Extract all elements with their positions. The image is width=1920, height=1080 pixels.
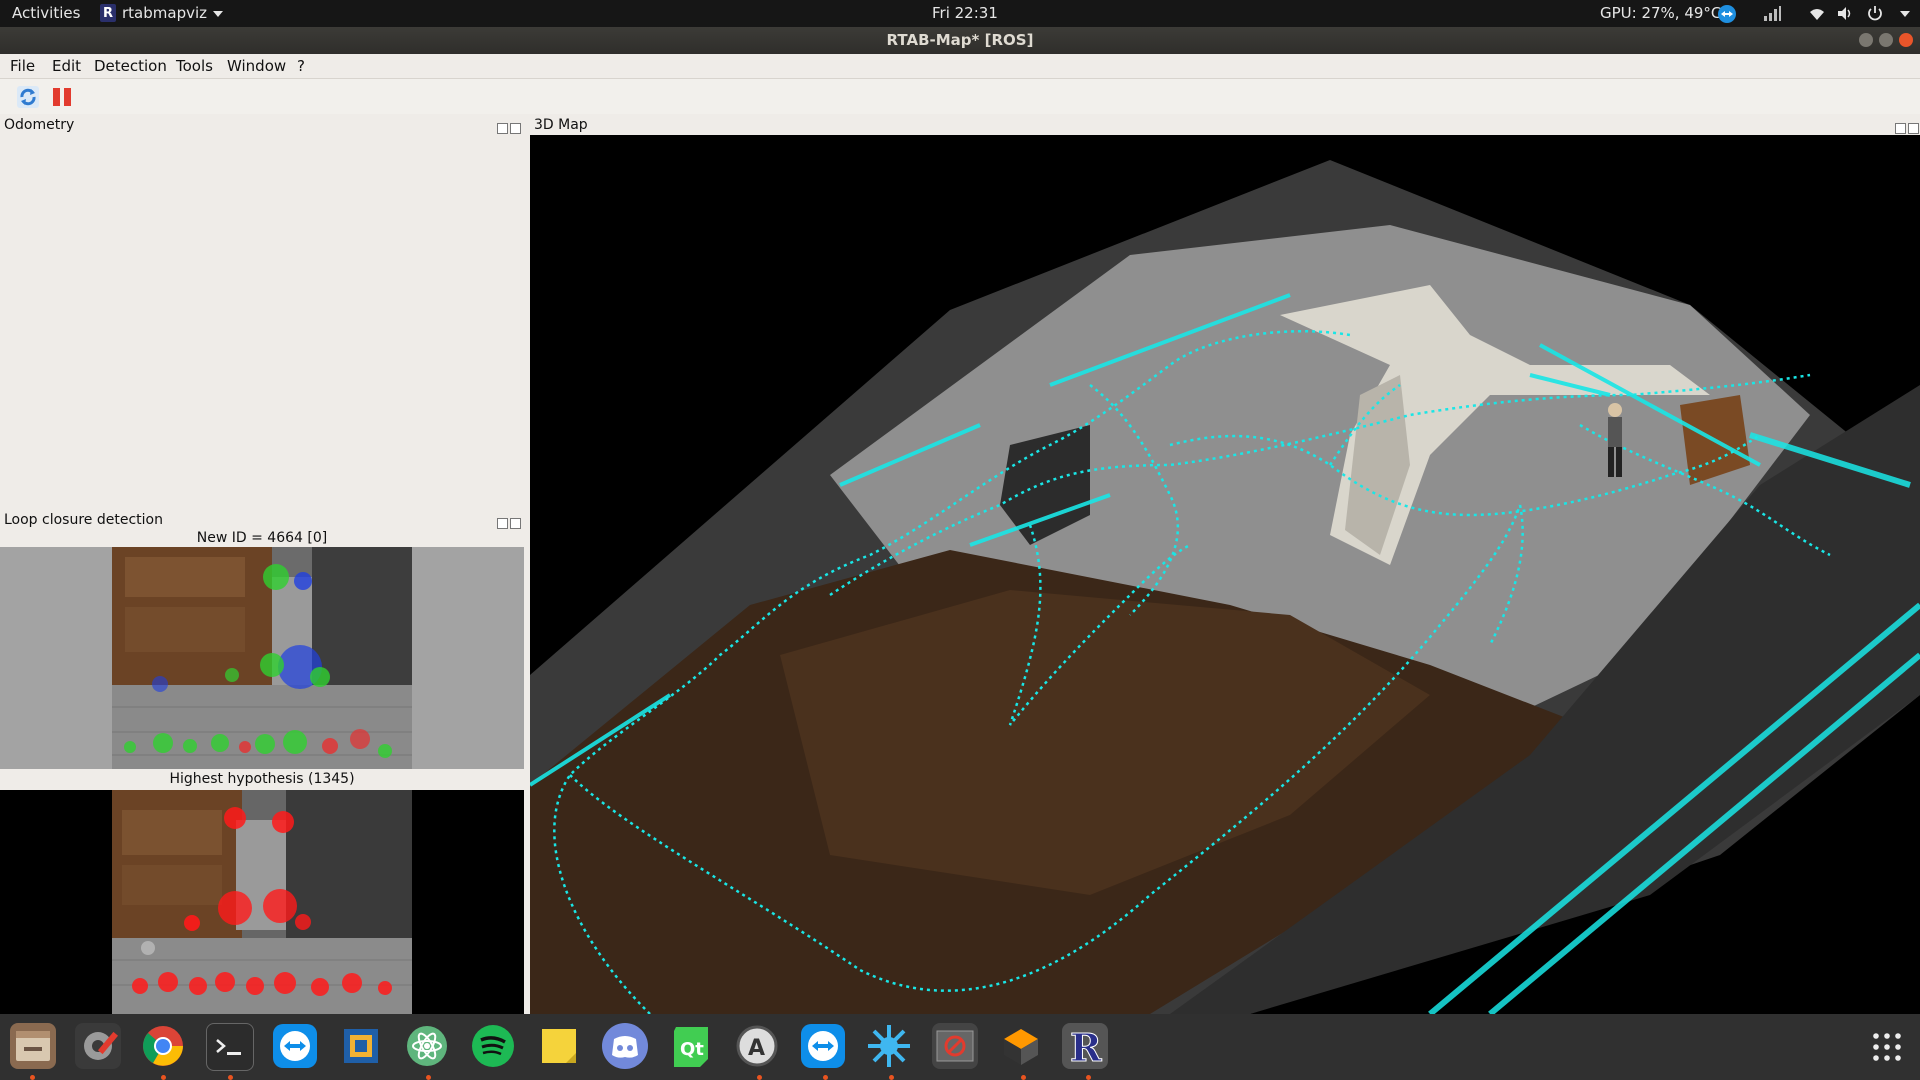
map3d-view[interactable] (530, 135, 1920, 1014)
menu-file[interactable]: File (10, 57, 35, 75)
terminal-icon[interactable] (206, 1023, 254, 1071)
window-title: RTAB-Map* [ROS] (886, 31, 1034, 49)
window-title-bar: RTAB-Map* [ROS] (0, 27, 1920, 54)
running-indicator (228, 1075, 233, 1080)
left-pane: Odometry Loop closure detection New ID =… (0, 114, 530, 1014)
sublime-icon[interactable] (998, 1023, 1044, 1069)
menu-help[interactable]: ? (297, 57, 305, 75)
map3d-dock-title: 3D Map (534, 117, 588, 133)
new-image-view[interactable] (0, 547, 524, 769)
odometry-dock-buttons (495, 119, 521, 134)
minimize-button[interactable] (1859, 33, 1873, 47)
running-indicator (1086, 1075, 1091, 1080)
running-indicator (823, 1075, 828, 1080)
virtualbox-icon[interactable] (338, 1023, 384, 1069)
power-icon[interactable] (1866, 4, 1884, 23)
clock[interactable]: Fri 22:31 (932, 4, 998, 23)
activities-button[interactable]: Activities (12, 4, 80, 23)
running-indicator (757, 1075, 762, 1080)
qt-creator-icon[interactable]: Qt (668, 1023, 714, 1069)
float-icon[interactable] (497, 518, 508, 529)
running-indicator (1021, 1075, 1026, 1080)
splash-icon[interactable] (866, 1023, 912, 1069)
files-icon[interactable] (10, 1023, 56, 1069)
top-bar: Activities Rrtabmapviz Fri 22:31 GPU: 27… (0, 0, 1920, 27)
teamviewer-tray-icon[interactable] (1717, 4, 1737, 23)
running-indicator (30, 1075, 35, 1080)
atom-icon[interactable] (404, 1023, 450, 1069)
hypothesis-label: Highest hypothesis (1345) (0, 769, 524, 789)
svg-text:A: A (748, 1036, 765, 1061)
gpu-status[interactable]: GPU: 27%, 49°C (1600, 4, 1721, 23)
maximize-button[interactable] (1879, 33, 1893, 47)
discord-icon[interactable] (602, 1023, 648, 1069)
menu-edit[interactable]: Edit (52, 57, 81, 75)
app-menu[interactable]: Rrtabmapviz (100, 4, 224, 23)
app-menu-label: rtabmapviz (122, 4, 208, 22)
new-id-label: New ID = 4664 [0] (196, 530, 328, 546)
odometry-dock-title: Odometry (4, 117, 75, 133)
rtabmap-app-icon: R (100, 4, 116, 22)
keyboard-layout-icon[interactable] (1762, 4, 1782, 23)
menu-tools[interactable]: Tools (176, 57, 213, 75)
float-icon[interactable] (497, 123, 508, 134)
menu-bar: File Edit Detection Tools Window ? (0, 54, 1920, 79)
rtabmap-icon[interactable]: R (1062, 1023, 1108, 1071)
svg-text:Qt: Qt (680, 1039, 704, 1060)
toolbar (0, 79, 1920, 115)
settings-icon[interactable] (75, 1023, 121, 1069)
menu-window[interactable]: Window (227, 57, 286, 75)
svg-text:R: R (1070, 1025, 1102, 1069)
pause-icon[interactable] (50, 85, 74, 109)
map3d-dock-buttons (1893, 119, 1919, 134)
show-apps-icon[interactable] (1872, 1032, 1902, 1062)
refresh-icon[interactable] (16, 85, 40, 109)
close-button[interactable] (1899, 33, 1913, 47)
system-menu-chevron-icon[interactable] (1900, 11, 1910, 17)
running-indicator (426, 1075, 431, 1080)
teamviewer-icon[interactable] (272, 1023, 318, 1069)
hypothesis-image-view[interactable] (0, 790, 524, 1014)
blocked-icon[interactable] (932, 1023, 978, 1069)
spotify-icon[interactable] (470, 1023, 516, 1069)
software-updater-icon[interactable]: A (734, 1023, 780, 1069)
menu-detection[interactable]: Detection (94, 57, 167, 75)
close-dock-icon[interactable] (510, 123, 521, 134)
wifi-icon[interactable] (1808, 4, 1826, 23)
running-indicator (161, 1075, 166, 1080)
close-dock-icon[interactable] (510, 518, 521, 529)
chrome-icon[interactable] (140, 1023, 186, 1069)
teamviewer-icon-2[interactable] (800, 1023, 846, 1069)
odometry-view (0, 138, 530, 518)
close-dock-icon[interactable] (1908, 123, 1919, 134)
sticky-notes-icon[interactable] (536, 1023, 582, 1069)
loop-closure-dock-buttons (495, 514, 521, 529)
volume-icon[interactable] (1836, 4, 1854, 23)
dock: Qt A R (0, 1014, 1920, 1080)
float-icon[interactable] (1895, 123, 1906, 134)
chevron-down-icon (213, 10, 224, 17)
loop-closure-dock-title: Loop closure detection (4, 512, 163, 528)
running-indicator (889, 1075, 894, 1080)
map3d-dock: 3D Map (530, 114, 1920, 1014)
